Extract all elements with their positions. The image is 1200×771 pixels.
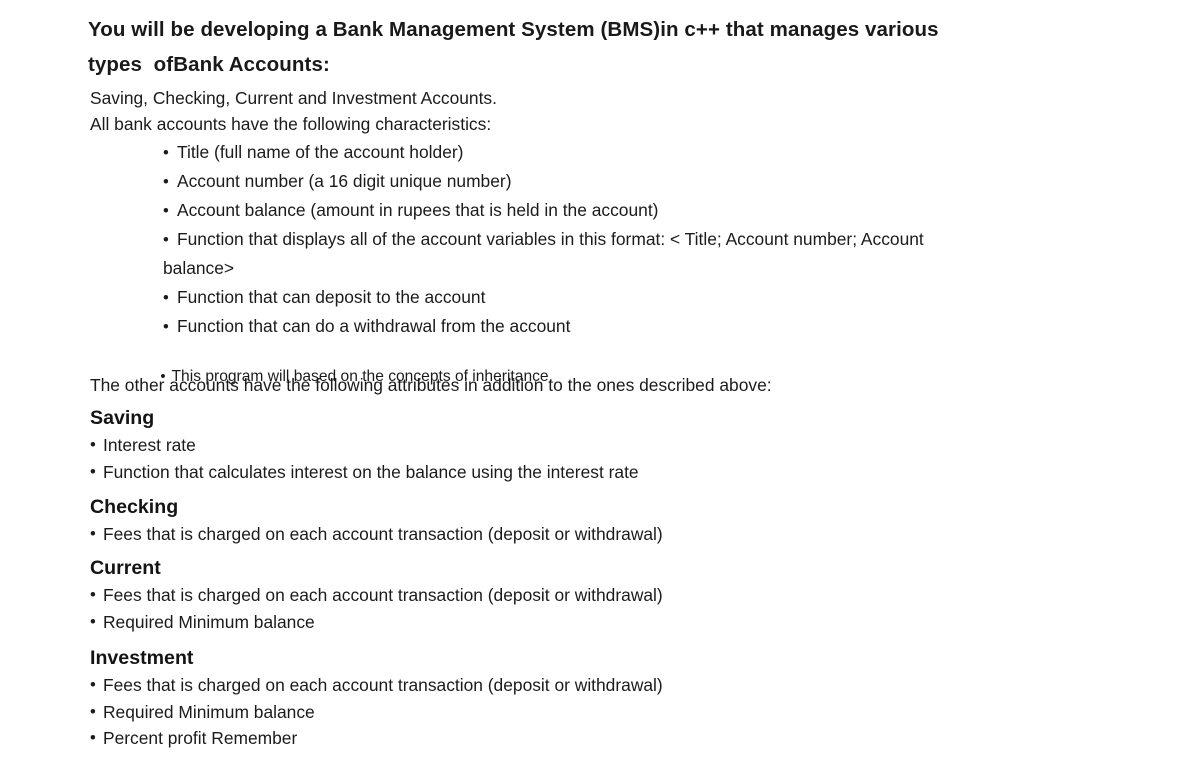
section-heading-saving: Saving xyxy=(90,407,155,429)
list-item-label-segment-2: balance> xyxy=(163,258,235,278)
bullet-icon: • xyxy=(90,435,96,454)
section-heading-investment: Investment xyxy=(90,647,194,669)
list-item: • Required Minimum balance xyxy=(90,609,1110,636)
intro-paragraph: Saving, Checking, Current and Investment… xyxy=(90,85,1110,137)
base-characteristics-list: • Title (full name of the account holder… xyxy=(163,138,1123,341)
document-page: You will be developing a Bank Management… xyxy=(0,0,1200,771)
section-current: Current • Fees that is charged on each ac… xyxy=(90,555,1110,635)
bullet-icon: • xyxy=(163,230,169,249)
other-accounts-line: The other accounts have the following at… xyxy=(90,375,772,395)
list-item-label: Fees that is charged on each account tra… xyxy=(103,524,663,544)
section-list-investment: • Fees that is charged on each account tr… xyxy=(90,672,1110,752)
list-item: • Function that can do a withdrawal from… xyxy=(163,312,1123,341)
page-title: You will be developing a Bank Management… xyxy=(88,12,1088,82)
list-item-label: Interest rate xyxy=(103,435,196,455)
list-item: • Function that displays all of the acco… xyxy=(163,225,1123,283)
list-item: • Fees that is charged on each account tr… xyxy=(90,672,1110,699)
section-heading-checking: Checking xyxy=(90,496,179,518)
title-line-2: types ofBank Accounts: xyxy=(88,53,330,76)
list-item-label: Account number (a 16 digit unique number… xyxy=(177,171,512,191)
bullet-icon: • xyxy=(90,461,96,481)
list-item: • Fees that is charged on each account tr… xyxy=(90,521,1110,548)
list-item-label: Title (full name of the account holder) xyxy=(177,142,464,162)
intro-line-2: All bank accounts have the following cha… xyxy=(90,114,492,134)
section-saving: Saving • Interest rate • Function that cal… xyxy=(90,405,1110,485)
bullet-icon: • xyxy=(90,611,96,631)
section-investment: Investment • Fees that is charged on each… xyxy=(90,645,1110,752)
list-item: • Interest rate xyxy=(90,432,1110,459)
title-line-1: You will be developing a Bank Management… xyxy=(88,18,939,41)
list-item-label: Required Minimum balance xyxy=(103,701,315,722)
list-item: • Account number (a 16 digit unique numb… xyxy=(163,167,1123,196)
intro-line-1: Saving, Checking, Current and Investment… xyxy=(90,88,497,108)
list-item: • Required Minimum balance xyxy=(90,699,1110,726)
bullet-icon: • xyxy=(90,675,96,694)
bullet-icon: • xyxy=(163,143,169,162)
list-item: • Percent profit Remember xyxy=(90,725,1110,752)
list-item-label: Percent profit Remember xyxy=(103,728,298,748)
list-item-label: Function that can deposit to the account xyxy=(177,287,486,307)
bullet-icon: • xyxy=(90,524,96,543)
list-item-label: Function that can do a withdrawal from t… xyxy=(177,316,571,336)
list-item-label: Function that calculates interest on the… xyxy=(103,461,639,482)
list-item: • Account balance (amount in rupees that… xyxy=(163,196,1123,225)
section-checking: Checking • Fees that is charged on each a… xyxy=(90,494,1110,548)
bullet-icon: • xyxy=(163,201,169,220)
list-item-label: Function that displays all of the accoun… xyxy=(163,225,1123,283)
section-list-current: • Fees that is charged on each account tr… xyxy=(90,582,1110,635)
list-item-label: Account balance (amount in rupees that i… xyxy=(177,200,659,220)
bullet-icon: • xyxy=(163,288,169,307)
bullet-icon: • xyxy=(90,585,96,604)
bullet-icon: • xyxy=(90,701,96,721)
bullet-icon: • xyxy=(163,172,169,191)
bullet-icon: • xyxy=(90,728,96,747)
list-item: • Title (full name of the account holder… xyxy=(163,138,1123,167)
list-item: • Fees that is charged on each account tr… xyxy=(90,582,1110,609)
list-item-label: Required Minimum balance xyxy=(103,611,315,632)
section-list-saving: • Interest rate • Function that calculates… xyxy=(90,432,1110,485)
list-item: • Function that calculates interest on th… xyxy=(90,459,1110,486)
list-item: • Function that can deposit to the accou… xyxy=(163,283,1123,312)
bullet-icon: • xyxy=(163,317,169,336)
section-heading-current: Current xyxy=(90,557,161,579)
section-list-checking: • Fees that is charged on each account tr… xyxy=(90,521,1110,548)
list-item-label-segment-1: Function that displays all of the accoun… xyxy=(177,229,924,249)
list-item-label: Fees that is charged on each account tra… xyxy=(103,675,663,695)
list-item-label: Fees that is charged on each account tra… xyxy=(103,585,663,605)
